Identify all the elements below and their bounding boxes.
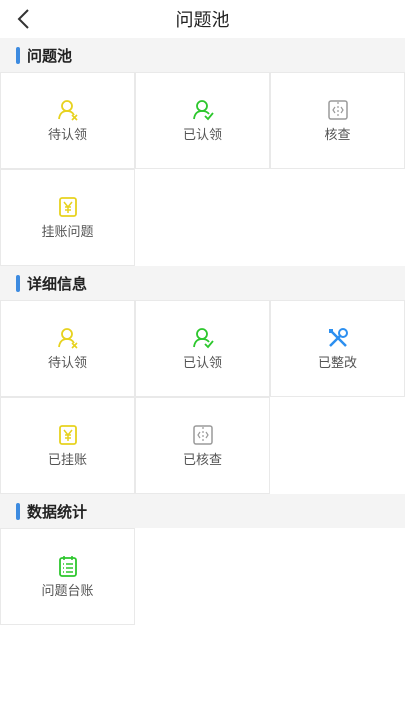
grid-item-inspect[interactable]: 核查 xyxy=(270,72,405,169)
user-check-icon xyxy=(191,326,215,350)
section-accent-bar xyxy=(16,502,20,520)
grid-item-label: 已挂账 xyxy=(47,453,87,468)
user-check-icon xyxy=(191,98,215,122)
section-accent-bar xyxy=(16,274,20,292)
grid-item-label: 问题台账 xyxy=(41,584,94,599)
section-title: 数据统计 xyxy=(27,502,88,521)
grid-item-label: 核查 xyxy=(324,128,351,143)
user-pending-icon xyxy=(56,98,80,122)
nav-bar: 问题池 xyxy=(0,0,405,38)
grid-item-pending-claim[interactable]: 待认领 xyxy=(0,72,135,169)
page-title: 问题池 xyxy=(175,10,230,31)
section-title: 问题池 xyxy=(27,46,73,65)
section-grid: 待认领 已认领 已整改 已挂账 已核查 xyxy=(0,300,405,494)
section-accent-bar xyxy=(16,46,20,64)
inspect-icon xyxy=(191,423,215,447)
grid-item-inspected[interactable]: 已核查 xyxy=(135,397,270,494)
grid-item-label: 已认领 xyxy=(182,356,222,371)
section-header-problem-pool: 问题池 xyxy=(0,38,405,72)
grid-item-label: 已核查 xyxy=(182,453,222,468)
grid-item-pending-claim[interactable]: 待认领 xyxy=(0,300,135,397)
tools-icon xyxy=(326,326,350,350)
grid-item-label: 待认领 xyxy=(47,128,87,143)
section-title: 详细信息 xyxy=(27,274,88,293)
ledger-yen-icon xyxy=(56,423,80,447)
grid-item-problem-ledger[interactable]: 问题台账 xyxy=(0,528,135,625)
grid-item-label: 挂账问题 xyxy=(41,225,94,240)
section-header-statistics: 数据统计 xyxy=(0,494,405,528)
section-grid: 待认领 已认领 核查 挂账问题 xyxy=(0,72,405,266)
chevron-left-icon[interactable] xyxy=(12,6,34,32)
grid-item-posted[interactable]: 已挂账 xyxy=(0,397,135,494)
grid-item-label: 已整改 xyxy=(317,356,357,371)
section-grid: 问题台账 xyxy=(0,528,405,625)
grid-item-rectified[interactable]: 已整改 xyxy=(270,300,405,397)
grid-item-label: 待认领 xyxy=(47,356,87,371)
inspect-icon xyxy=(326,98,350,122)
user-pending-icon xyxy=(56,326,80,350)
grid-item-label: 已认领 xyxy=(182,128,222,143)
grid-item-claimed[interactable]: 已认领 xyxy=(135,300,270,397)
grid-item-claimed[interactable]: 已认领 xyxy=(135,72,270,169)
grid-item-ledger-problems[interactable]: 挂账问题 xyxy=(0,169,135,266)
ledger-yen-icon xyxy=(56,195,80,219)
section-header-details: 详细信息 xyxy=(0,266,405,300)
list-document-icon xyxy=(56,554,80,578)
